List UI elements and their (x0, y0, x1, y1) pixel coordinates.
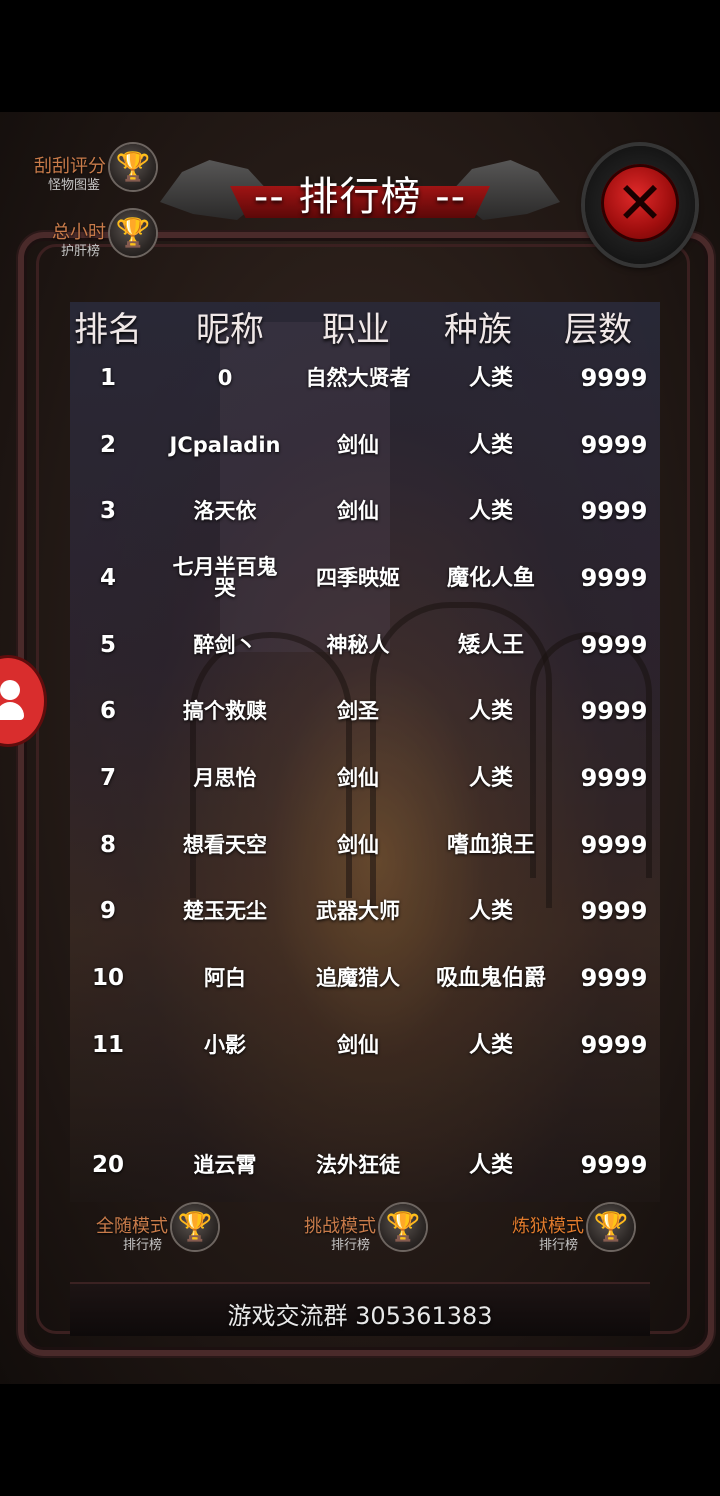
header-race: 种族 (444, 310, 512, 350)
cell-race: 人类 (468, 432, 513, 458)
cell-rank: 6 (99, 697, 116, 724)
header-nickname: 昵称 (196, 310, 264, 350)
cell-nickname: 洛天依 (193, 498, 257, 523)
cell-level: 9999 (580, 630, 648, 659)
cell-level: 9999 (580, 763, 648, 792)
cell-level: 9999 (580, 896, 648, 925)
cell-race: 人类 (468, 1032, 513, 1058)
cell-race: 人类 (468, 898, 513, 924)
cell-level: 9999 (580, 363, 648, 392)
trophy-icon: 🏆 (110, 144, 156, 190)
cell-nickname: 逍云霄 (193, 1152, 257, 1177)
cell-race: 人类 (468, 1152, 513, 1178)
mode-button-challenge[interactable]: 挑战模式 排行榜 🏆 (292, 1204, 426, 1262)
cell-job: 四季映姬 (316, 565, 400, 590)
cell-nickname: 小影 (204, 1032, 246, 1057)
cell-level: 9999 (580, 963, 648, 992)
mode-button-random[interactable]: 全随模式 排行榜 🏆 (84, 1204, 218, 1262)
cell-race: 魔化人鱼 (446, 565, 535, 591)
header-rank: 排名 (74, 310, 142, 350)
trophy-icon: 🏆 (110, 210, 156, 256)
table-row: 6 搞个救赎 剑圣 人类 9999 (0, 686, 720, 736)
table-row: 10 阿白 追魔猎人 吸血鬼伯爵 9999 (0, 953, 720, 1003)
cell-job: 剑仙 (337, 432, 379, 457)
cell-nickname: JCpaladin (169, 432, 281, 457)
table-row: 3 洛天依 剑仙 人类 9999 (0, 486, 720, 536)
cell-job: 剑仙 (337, 832, 379, 857)
cell-level: 9999 (580, 696, 648, 725)
cell-level: 9999 (580, 1030, 648, 1059)
table-row: 1 0 自然大贤者 人类 9999 (0, 353, 720, 403)
cell-rank: 4 (99, 564, 116, 591)
cell-race: 人类 (468, 698, 513, 724)
cell-job: 剑仙 (337, 1032, 379, 1057)
cell-nickname: 醉剑丶 (193, 632, 257, 657)
header-job: 职业 (322, 310, 390, 350)
table-row: 9 楚玉无尘 武器大师 人类 9999 (0, 886, 720, 936)
cell-level: 9999 (580, 430, 648, 459)
cell-rank: 3 (99, 497, 116, 524)
cell-job: 法外狂徒 (316, 1152, 400, 1177)
close-icon: ✕ (601, 164, 679, 242)
cell-nickname: 搞个救赎 (183, 698, 267, 723)
cell-level: 9999 (580, 830, 648, 859)
side-button-sublabel: 护肝榜 (60, 244, 100, 259)
cell-rank: 20 (91, 1151, 124, 1178)
table-row-self: 20 逍云霄 法外狂徒 人类 9999 (0, 1140, 720, 1190)
cell-level: 9999 (580, 496, 648, 525)
trophy-icon: 🏆 (172, 1204, 218, 1250)
cell-nickname: 楚玉无尘 (183, 898, 267, 923)
group-info-text: 游戏交流群 305361383 (227, 1302, 493, 1330)
table-row: 8 想看天空 剑仙 嗜血狼王 9999 (0, 820, 720, 870)
table-row: 7 月思怡 剑仙 人类 9999 (0, 753, 720, 803)
cell-race: 人类 (468, 765, 513, 791)
trophy-icon: 🏆 (380, 1204, 426, 1250)
cell-level: 9999 (580, 1150, 648, 1179)
cell-nickname: 七月半百鬼哭 (172, 555, 278, 600)
cell-job: 追魔猎人 (316, 965, 400, 990)
cell-job: 剑仙 (337, 765, 379, 790)
cell-rank: 11 (91, 1031, 124, 1058)
title-banner: -- 排行榜 -- (160, 158, 530, 226)
mode-button-sublabel: 排行榜 (538, 1238, 578, 1253)
cell-rank: 1 (99, 364, 116, 391)
table-row: 2 JCpaladin 剑仙 人类 9999 (0, 420, 720, 470)
cell-level: 9999 (580, 563, 648, 592)
cell-nickname: 阿白 (204, 965, 246, 990)
cell-nickname: 月思怡 (193, 765, 257, 790)
close-button[interactable]: ✕ (585, 146, 695, 264)
screen: -- 排行榜 -- ✕ 刮刮评分 怪物图鉴 🏆 总小时 护肝榜 🏆 排名 昵称 … (0, 0, 720, 1496)
mode-button-purgatory[interactable]: 炼狱模式 排行榜 🏆 (500, 1204, 634, 1262)
cell-race: 矮人王 (457, 632, 524, 658)
side-button-sublabel: 怪物图鉴 (47, 178, 100, 193)
mode-button-sublabel: 排行榜 (330, 1238, 370, 1253)
mode-button-sublabel: 排行榜 (122, 1238, 162, 1253)
table-row: 11 小影 剑仙 人类 9999 (0, 1020, 720, 1070)
cell-job: 武器大师 (316, 898, 400, 923)
page-title: -- 排行榜 -- (253, 174, 467, 220)
header-level: 层数 (564, 310, 632, 350)
cell-job: 剑仙 (337, 498, 379, 523)
cell-race: 嗜血狼王 (446, 832, 535, 858)
cell-job: 神秘人 (326, 632, 390, 657)
cell-rank: 2 (99, 431, 116, 458)
cell-job: 剑圣 (337, 698, 379, 723)
cell-rank: 7 (99, 764, 116, 791)
cell-race: 人类 (468, 498, 513, 524)
cell-rank: 8 (99, 831, 116, 858)
table-row: 5 醉剑丶 神秘人 矮人王 9999 (0, 620, 720, 670)
cell-rank: 10 (91, 964, 124, 991)
trophy-icon: 🏆 (588, 1204, 634, 1250)
cell-race: 吸血鬼伯爵 (435, 965, 546, 991)
cell-nickname: 想看天空 (183, 832, 267, 857)
cell-race: 人类 (468, 365, 513, 391)
table-row: 4 七月半百鬼哭 四季映姬 魔化人鱼 9999 (0, 553, 720, 603)
cell-nickname: 0 (217, 365, 233, 390)
cell-rank: 5 (99, 631, 116, 658)
side-button-scratch-rating[interactable]: 刮刮评分 怪物图鉴 🏆 (20, 144, 156, 202)
cell-job: 自然大贤者 (305, 365, 411, 390)
side-button-total-hours[interactable]: 总小时 护肝榜 🏆 (20, 210, 156, 268)
cell-rank: 9 (99, 897, 116, 924)
